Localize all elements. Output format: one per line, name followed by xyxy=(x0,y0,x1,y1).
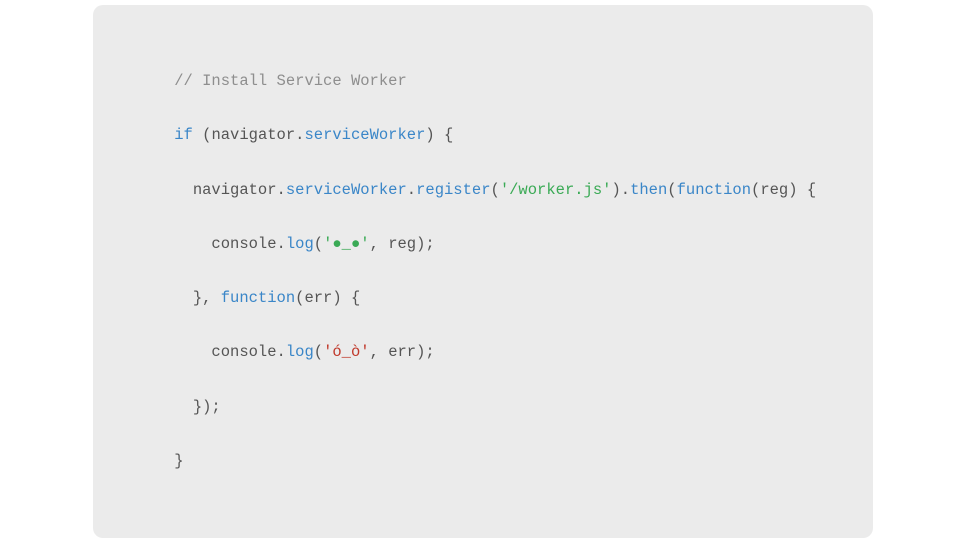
line-then-method: then xyxy=(630,181,667,199)
line-function1: function xyxy=(677,181,751,199)
line-comment: // Install Service Worker xyxy=(174,72,407,90)
line-err-arg: (err) { xyxy=(295,289,360,307)
line-log2: log xyxy=(286,343,314,361)
line-reg1: , reg); xyxy=(370,235,435,253)
line-function2: function xyxy=(221,289,295,307)
line-emoji1: '●_●' xyxy=(323,235,370,253)
code-block: // Install Service Worker if (navigator.… xyxy=(137,41,829,502)
line-close3: } xyxy=(174,452,183,470)
line-if-close: ) { xyxy=(425,126,453,144)
dot5: . xyxy=(277,343,286,361)
code-block-container: // Install Service Worker if (navigator.… xyxy=(93,5,873,538)
line-indent3: console xyxy=(174,343,276,361)
line-indent2: console xyxy=(174,235,276,253)
line-indent1: navigator xyxy=(174,181,276,199)
line-register: register xyxy=(416,181,490,199)
line-err1: , err); xyxy=(370,343,435,361)
line-paren3: ( xyxy=(314,235,323,253)
line-close1: }, xyxy=(174,289,221,307)
line-paren4: ( xyxy=(314,343,323,361)
line-log1: log xyxy=(286,235,314,253)
line-emoji2: 'ó_ò' xyxy=(323,343,370,361)
dot3: . xyxy=(407,181,416,199)
line-then: ). xyxy=(611,181,630,199)
line-if-keyword: if xyxy=(174,126,193,144)
line-sw1: serviceWorker xyxy=(304,126,425,144)
line-sw2: serviceWorker xyxy=(286,181,407,199)
line-paren2: ( xyxy=(667,181,676,199)
dot2: . xyxy=(277,181,286,199)
line-paren1: ( xyxy=(491,181,500,199)
line-if-paren: ( xyxy=(193,126,212,144)
dot4: . xyxy=(277,235,286,253)
line-reg-arg: (reg) { xyxy=(751,181,816,199)
line-close2: }); xyxy=(174,398,221,416)
line-navigator1: navigator xyxy=(211,126,295,144)
line-string1: '/worker.js' xyxy=(500,181,612,199)
